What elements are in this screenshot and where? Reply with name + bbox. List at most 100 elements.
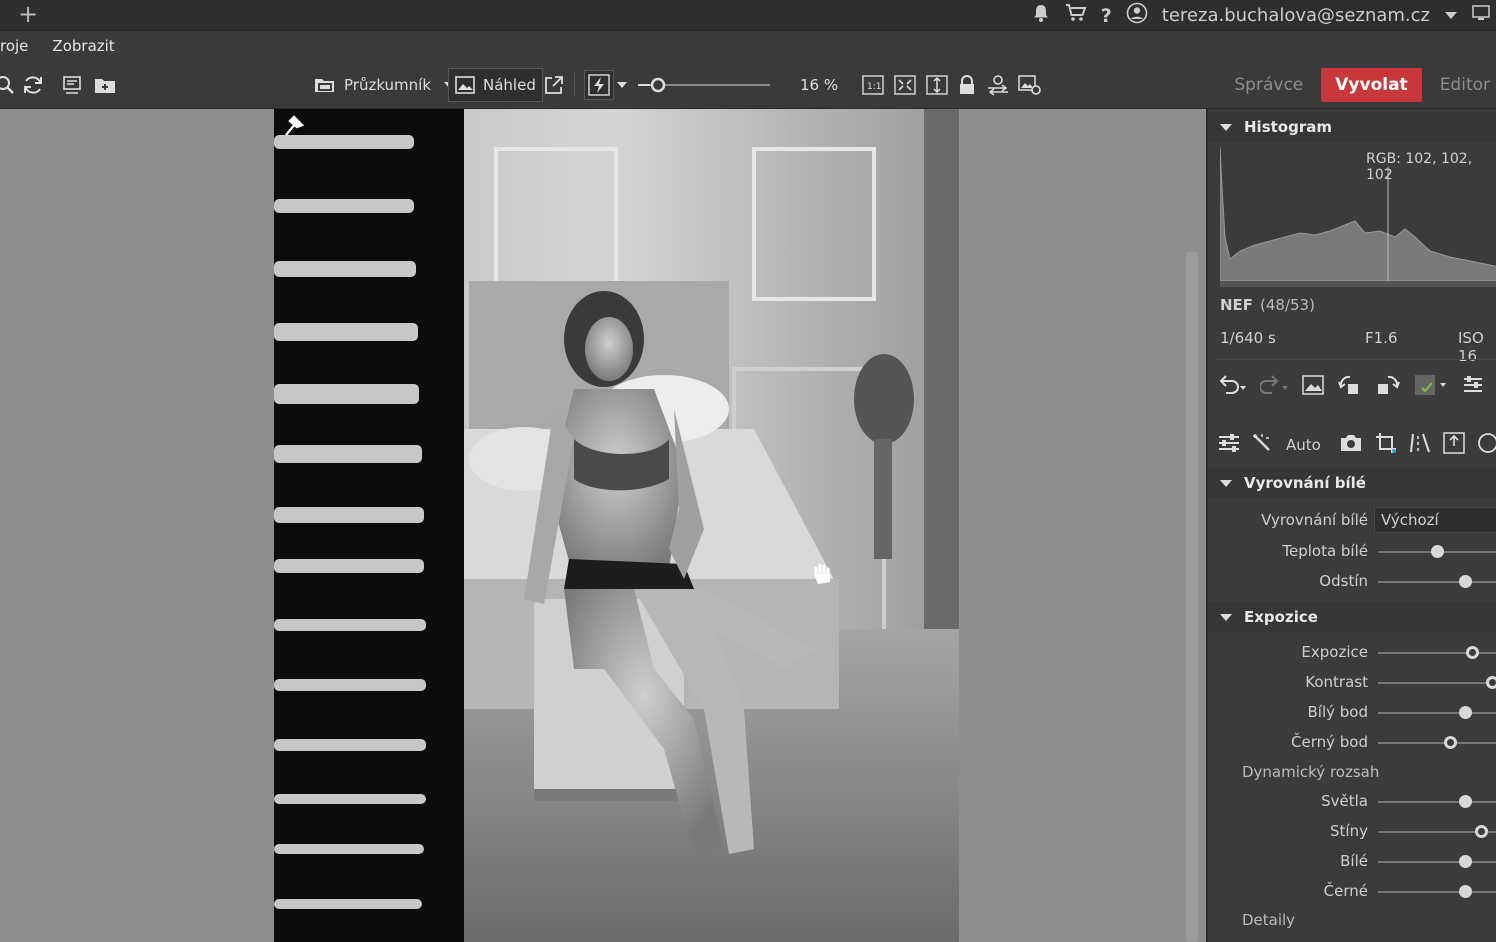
menu-item-view[interactable]: Zobrazit xyxy=(52,37,114,55)
image-settings-icon[interactable] xyxy=(1018,61,1042,109)
user-avatar-icon[interactable] xyxy=(1126,2,1148,29)
collapse-triangle-icon xyxy=(1220,479,1232,487)
exposure-header[interactable]: Expozice xyxy=(1208,602,1496,632)
mode-editor-tab[interactable]: Editor xyxy=(1422,68,1496,102)
slider-row: Bílé xyxy=(1208,846,1496,876)
account-dropdown-icon[interactable] xyxy=(1444,5,1458,26)
exposure-title: Expozice xyxy=(1244,608,1318,626)
slider-handle[interactable] xyxy=(1459,706,1473,719)
compare-icon[interactable] xyxy=(986,61,1010,109)
slider-row: Stíny xyxy=(1208,816,1496,846)
new-tab-plus-icon[interactable]: + xyxy=(18,1,38,27)
straighten-icon[interactable] xyxy=(1409,432,1431,458)
preview-button[interactable]: Náhled xyxy=(448,68,543,102)
refresh-icon[interactable] xyxy=(22,61,44,109)
slider-track[interactable] xyxy=(1378,891,1496,893)
slider-label: Světla xyxy=(1321,792,1368,810)
slider-row: Bílý bod xyxy=(1208,697,1496,727)
slider-track[interactable] xyxy=(1378,712,1496,714)
slider-row: Světla xyxy=(1208,786,1496,816)
rotate-right-icon[interactable] xyxy=(1376,374,1400,400)
mode-develop-tab[interactable]: Vyvolat xyxy=(1321,68,1422,102)
slider-handle[interactable] xyxy=(1459,575,1473,588)
help-icon[interactable]: ? xyxy=(1101,5,1112,27)
rotate-left-icon[interactable] xyxy=(1338,374,1362,400)
toolbar-separator xyxy=(574,73,575,97)
slider-handle[interactable] xyxy=(1459,795,1473,808)
slider-row: Expozice xyxy=(1208,637,1496,667)
slider-track[interactable] xyxy=(1378,861,1496,863)
radial-filter-icon[interactable] xyxy=(1477,432,1496,458)
white-balance-header[interactable]: Vyrovnání bílé xyxy=(1208,468,1496,498)
slider-handle[interactable] xyxy=(1459,885,1473,898)
slider-track[interactable] xyxy=(1378,801,1496,803)
slider-handle[interactable] xyxy=(1430,545,1444,558)
shutter-speed: 1/640 s xyxy=(1220,329,1276,347)
white-balance-title: Vyrovnání bílé xyxy=(1244,474,1366,492)
presets-icon[interactable] xyxy=(1462,375,1484,399)
slider-label: Teplota bílé xyxy=(1282,542,1368,560)
slider-label: Odstín xyxy=(1319,572,1368,590)
slider-track[interactable] xyxy=(1378,682,1496,684)
redo-icon[interactable] xyxy=(1259,375,1288,399)
notification-bell-icon[interactable] xyxy=(1031,3,1051,28)
toolbar: Průzkumník Náhled 16 % 1:1 Správce Vyvol… xyxy=(0,61,1496,109)
dynamic-range-label[interactable]: Dynamický rozsah xyxy=(1242,763,1379,781)
canvas-scrollbar[interactable] xyxy=(1186,252,1198,942)
camera-icon[interactable] xyxy=(1339,433,1363,457)
account-email[interactable]: tereza.buchalova@seznam.cz xyxy=(1162,5,1430,26)
save-icon[interactable] xyxy=(1414,374,1448,400)
sort-list-icon[interactable] xyxy=(62,61,84,109)
histogram-rgb-readout: RGB: 102, 102, 102 xyxy=(1366,151,1473,183)
slider-track[interactable] xyxy=(1378,742,1496,744)
zoom-value[interactable]: 16 % xyxy=(800,61,838,109)
file-index: (48/53) xyxy=(1260,296,1315,314)
lock-icon[interactable] xyxy=(958,61,976,109)
details-section-label[interactable]: Detaily xyxy=(1242,911,1295,929)
slider-label: Kontrast xyxy=(1305,673,1368,691)
menu-bar: roje Zobrazit xyxy=(0,31,1496,61)
image-compare-icon[interactable] xyxy=(1302,375,1324,399)
crop-icon[interactable] xyxy=(1375,432,1397,458)
new-folder-icon[interactable] xyxy=(94,61,116,109)
fit-to-screen-icon[interactable] xyxy=(894,61,916,109)
adjustments-icon[interactable] xyxy=(1218,433,1240,457)
search-icon[interactable] xyxy=(0,61,16,109)
perspective-icon[interactable] xyxy=(1443,432,1465,458)
browser-button[interactable]: Průzkumník xyxy=(314,61,455,109)
slider-handle[interactable] xyxy=(1465,646,1479,659)
slider-handle[interactable] xyxy=(1474,825,1488,838)
title-bar: + ? tereza.buchalova@seznam.cz xyxy=(0,0,1496,31)
cart-icon[interactable] xyxy=(1065,3,1087,28)
mode-manager-tab[interactable]: Správce xyxy=(1216,68,1321,102)
zoom-1-1-icon[interactable]: 1:1 xyxy=(862,61,884,109)
develop-panel: Histogram RGB: 102, 102, 102 NEF (48/53)… xyxy=(1206,109,1496,942)
magic-wand-icon[interactable] xyxy=(1252,433,1274,457)
slider-row: Teplota bílé xyxy=(1208,536,1496,566)
menu-item-projects[interactable]: roje xyxy=(0,37,28,55)
white-balance-mode-select[interactable]: Výchozí xyxy=(1374,507,1496,533)
slider-handle[interactable] xyxy=(1443,736,1457,749)
slider-label: Černý bod xyxy=(1291,733,1368,751)
undo-icon[interactable] xyxy=(1218,375,1246,399)
auto-button[interactable]: Auto xyxy=(1286,436,1321,454)
window-icon[interactable] xyxy=(1472,5,1490,26)
title-bar-icons: ? tereza.buchalova@seznam.cz xyxy=(1031,0,1496,31)
quick-fix-button[interactable] xyxy=(584,70,614,100)
quick-fix-dropdown-icon[interactable] xyxy=(616,61,628,109)
slider-track[interactable] xyxy=(1378,581,1496,583)
slider-label: Stíny xyxy=(1330,822,1368,840)
external-open-icon[interactable] xyxy=(544,61,564,109)
histogram-header[interactable]: Histogram xyxy=(1208,112,1496,142)
fit-height-icon[interactable] xyxy=(926,61,948,109)
slider-handle[interactable] xyxy=(1459,855,1473,868)
history-toolbar xyxy=(1218,367,1484,407)
slider-label: Bílý bod xyxy=(1307,703,1369,721)
photo-image xyxy=(274,109,959,942)
slider-handle[interactable] xyxy=(1486,676,1496,689)
slider-row: Kontrast xyxy=(1208,667,1496,697)
slider-row: Odstín xyxy=(1208,566,1496,596)
white-balance-mode-label: Vyrovnání bílé xyxy=(1261,511,1368,529)
zoom-slider[interactable] xyxy=(638,61,772,109)
photo-preview[interactable] xyxy=(274,109,959,942)
